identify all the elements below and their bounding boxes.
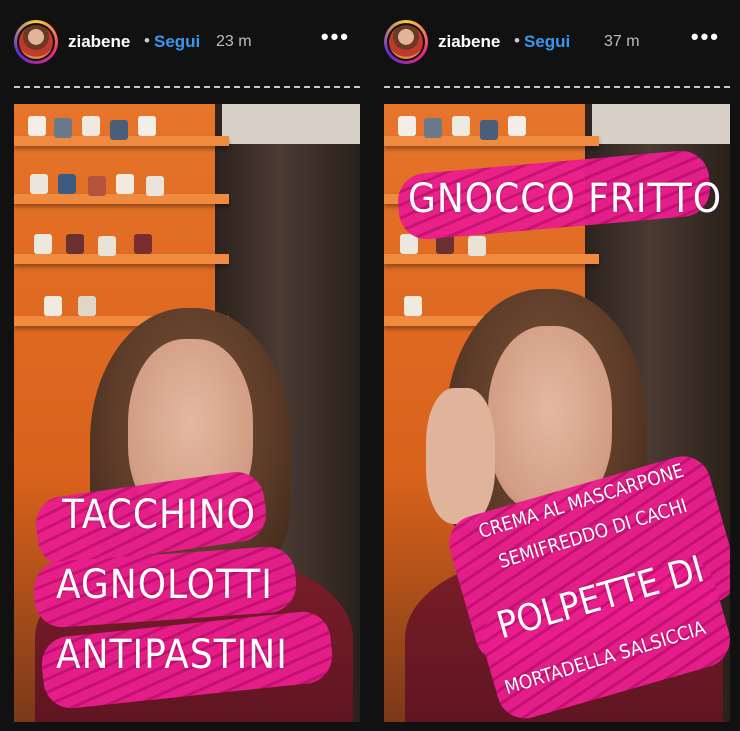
story-header: ziabene • Segui 37 m ••• — [376, 18, 732, 70]
follow-button[interactable]: Segui — [524, 32, 570, 52]
story-progress-bar — [384, 86, 730, 88]
avatar[interactable] — [14, 20, 58, 64]
story-image[interactable]: TACCHINO AGNOLOTTI ANTIPASTINI — [14, 104, 360, 722]
more-options-icon[interactable]: ••• — [321, 24, 350, 50]
caption-line: ANTIPASTINI — [56, 632, 288, 678]
follow-button[interactable]: Segui — [154, 32, 200, 52]
caption-line: TACCHINO — [62, 492, 256, 538]
separator-dot: • — [514, 31, 520, 50]
avatar[interactable] — [384, 20, 428, 64]
avatar-photo — [19, 25, 53, 59]
avatar-photo — [389, 25, 423, 59]
username[interactable]: ziabene — [68, 32, 130, 52]
more-options-icon[interactable]: ••• — [691, 24, 720, 50]
hand — [425, 388, 495, 525]
username[interactable]: ziabene — [438, 32, 500, 52]
story-panel-1[interactable]: ziabene • Segui 23 m ••• TACCHINO AGNOLO… — [6, 0, 362, 731]
timestamp: 23 m — [216, 33, 252, 50]
separator-dot: • — [144, 31, 150, 50]
timestamp: 37 m — [604, 33, 640, 50]
story-header: ziabene • Segui 23 m ••• — [6, 18, 362, 70]
caption-line: AGNOLOTTI — [56, 562, 273, 608]
story-image[interactable]: GNOCCO FRITTO CREMA AL MASCARPONE SEMIFR… — [384, 104, 730, 722]
story-progress-bar — [14, 86, 360, 88]
caption-line: GNOCCO FRITTO — [408, 176, 723, 222]
story-panel-2[interactable]: ziabene • Segui 37 m ••• GNOCCO FRITTO C… — [376, 0, 732, 731]
